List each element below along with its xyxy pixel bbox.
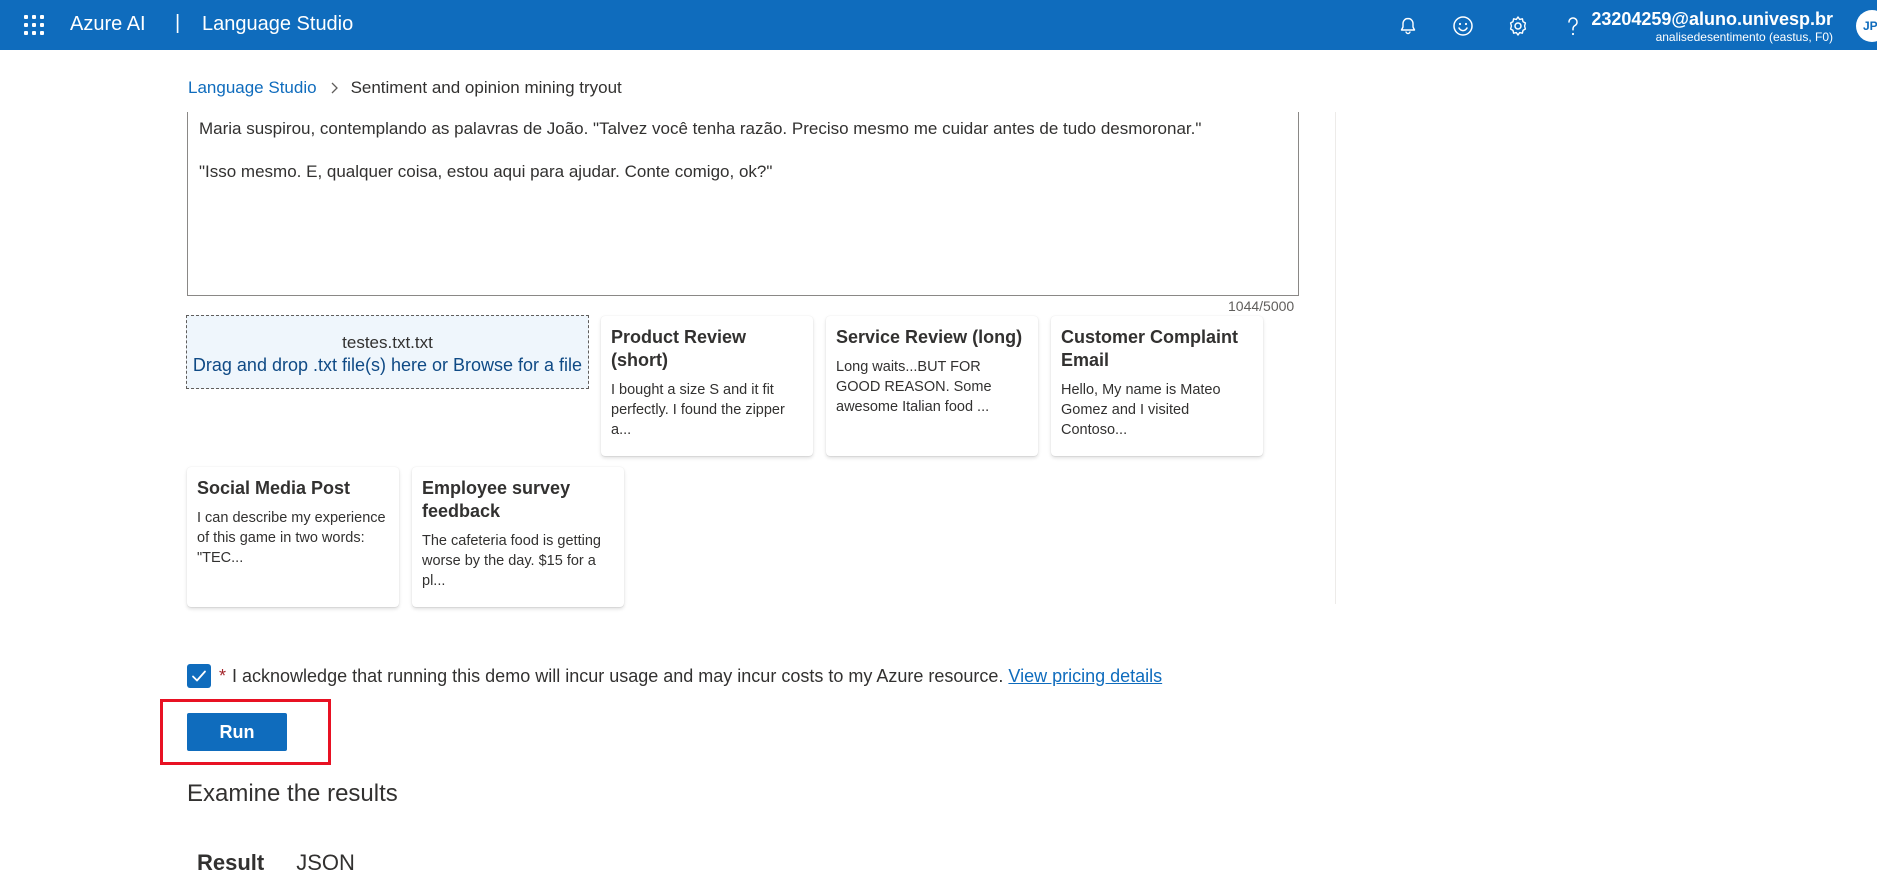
sample-card-title: Customer Complaint Email bbox=[1061, 327, 1239, 370]
sample-card-product-review[interactable]: Product Review (short) I bought a size S… bbox=[601, 316, 813, 456]
acknowledge-checkbox[interactable] bbox=[187, 664, 211, 688]
acknowledge-row: * I acknowledge that running this demo w… bbox=[187, 663, 1162, 689]
sample-card-body: The cafeteria food is getting worse by t… bbox=[422, 533, 601, 589]
sample-card-social-media[interactable]: Social Media Post I can describe my expe… bbox=[187, 467, 399, 607]
settings-icon[interactable] bbox=[1503, 11, 1533, 41]
dropzone-hint[interactable]: Drag and drop .txt file(s) here or Brows… bbox=[187, 354, 588, 376]
run-button[interactable]: Run bbox=[187, 713, 287, 751]
sample-card-title: Service Review (long) bbox=[836, 327, 1023, 347]
account-email: 23204259@aluno.univesp.br bbox=[1591, 9, 1833, 29]
product-name[interactable]: Language Studio bbox=[202, 13, 353, 36]
acknowledge-text: I acknowledge that running this demo wil… bbox=[232, 665, 1004, 686]
sample-card-title: Social Media Post bbox=[197, 478, 351, 498]
file-dropzone[interactable]: testes.txt.txt Drag and drop .txt file(s… bbox=[186, 315, 589, 389]
brand-name[interactable]: Azure AI bbox=[70, 13, 146, 36]
notifications-icon[interactable] bbox=[1393, 11, 1423, 41]
sample-card-service-review[interactable]: Service Review (long) Long waits...BUT F… bbox=[826, 316, 1038, 456]
top-bar: Azure AI | Language Studio 23204259@alun… bbox=[0, 0, 1877, 50]
tab-json[interactable]: JSON bbox=[296, 850, 355, 876]
breadcrumb: Language Studio Sentiment and opinion mi… bbox=[188, 78, 622, 98]
feedback-icon[interactable] bbox=[1448, 11, 1478, 41]
help-icon[interactable] bbox=[1558, 11, 1588, 41]
chevron-right-icon bbox=[329, 81, 339, 95]
uploaded-file-name: testes.txt.txt bbox=[342, 333, 433, 352]
sample-card-employee-survey[interactable]: Employee survey feedback The cafeteria f… bbox=[412, 467, 624, 607]
avatar[interactable]: JP bbox=[1856, 10, 1877, 42]
account-info[interactable]: 23204259@aluno.univesp.br analisedesenti… bbox=[1591, 8, 1833, 44]
text-line: "Isso mesmo. E, qualquer coisa, estou aq… bbox=[199, 162, 773, 181]
breadcrumb-root-link[interactable]: Language Studio bbox=[188, 78, 317, 98]
checkmark-icon bbox=[192, 670, 206, 682]
tab-result[interactable]: Result bbox=[197, 850, 264, 876]
sample-card-body: Hello, My name is Mateo Gomez and I visi… bbox=[1061, 382, 1221, 438]
account-resource: analisedesentimento (eastus, F0) bbox=[1655, 30, 1833, 44]
sample-card-title: Employee survey feedback bbox=[422, 478, 571, 521]
text-input-area[interactable]: Maria suspirou, contemplando as palavras… bbox=[187, 112, 1299, 296]
text-line: Maria suspirou, contemplando as palavras… bbox=[199, 119, 1202, 138]
breadcrumb-current: Sentiment and opinion mining tryout bbox=[350, 78, 622, 97]
brand-separator: | bbox=[175, 12, 181, 34]
sample-card-customer-complaint[interactable]: Customer Complaint Email Hello, My name … bbox=[1051, 316, 1263, 456]
sample-card-body: I bought a size S and it fit perfectly. … bbox=[611, 382, 785, 438]
pricing-details-link[interactable]: View pricing details bbox=[1008, 666, 1162, 687]
app-launcher-icon[interactable] bbox=[24, 15, 46, 37]
sample-card-body: I can describe my experience of this gam… bbox=[197, 510, 386, 566]
results-tabs: Result JSON bbox=[197, 850, 355, 876]
panel-divider bbox=[1335, 112, 1336, 604]
character-count: 1044/5000 bbox=[1228, 298, 1295, 314]
required-marker: * bbox=[219, 665, 227, 686]
results-title: Examine the results bbox=[187, 780, 398, 807]
sample-card-title: Product Review (short) bbox=[611, 327, 747, 370]
sample-card-body: Long waits...BUT FOR GOOD REASON. Some a… bbox=[836, 359, 992, 415]
